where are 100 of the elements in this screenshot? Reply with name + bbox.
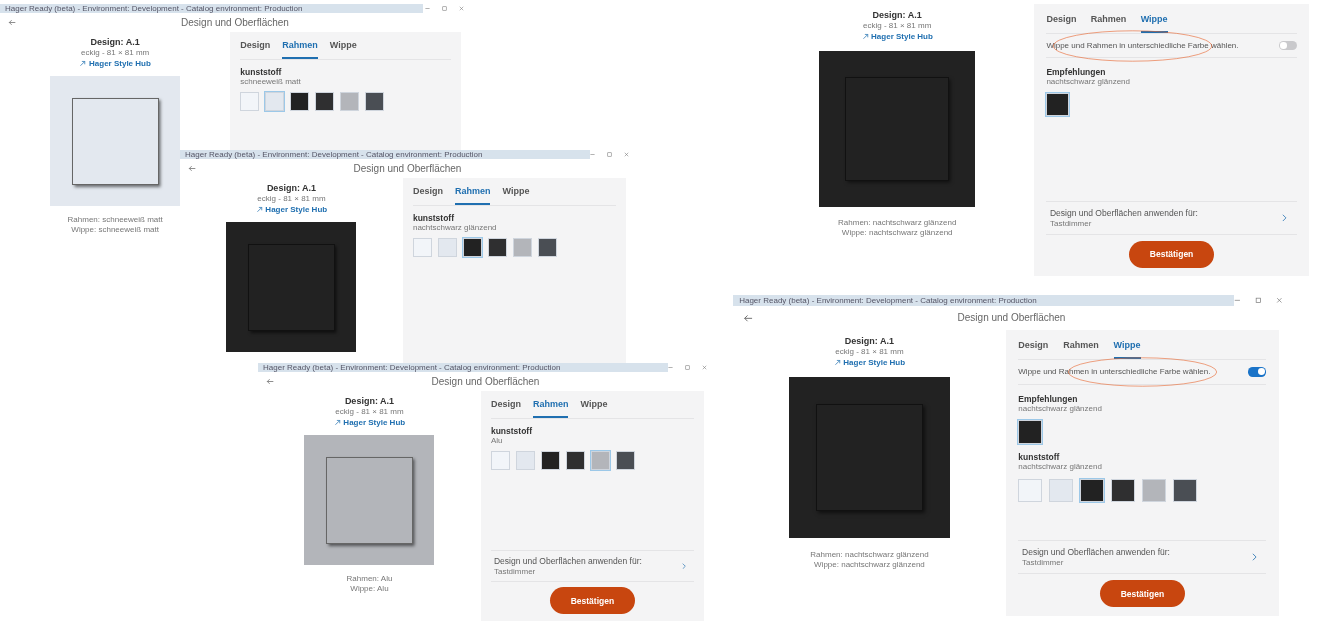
- tab[interactable]: Wippe: [1140, 13, 1168, 33]
- apply-row[interactable]: Design und Oberflächen anwenden für: Tastdimmer: [1018, 539, 1267, 575]
- tab[interactable]: Design: [412, 186, 443, 206]
- color-swatch[interactable]: [490, 451, 510, 471]
- color-swatch[interactable]: [1173, 478, 1197, 503]
- group-subtitle: Alu: [490, 436, 504, 446]
- color-swatch[interactable]: [565, 451, 585, 471]
- arrow-icon: [79, 60, 87, 68]
- tab[interactable]: Design: [490, 399, 521, 419]
- group-title: Empfehlungen: [1046, 66, 1107, 77]
- color-swatch[interactable]: [1049, 478, 1073, 503]
- style-hub-link[interactable]: Hager Style Hub: [833, 358, 906, 368]
- style-hub-link[interactable]: Hager Style Hub: [79, 59, 151, 69]
- chevron-icon: [1251, 552, 1257, 561]
- group-subtitle: schneeweiß matt: [240, 77, 302, 87]
- minimize-icon[interactable]: [589, 151, 596, 158]
- tab[interactable]: Design: [1046, 13, 1077, 33]
- window-title: Hager Ready (beta) - Environment: Development - Catalog environment: Production: [739, 296, 1037, 306]
- chevron-icon: [1282, 213, 1288, 222]
- page-title: Design und Oberflächen: [431, 376, 540, 387]
- color-swatch[interactable]: [515, 451, 535, 471]
- tab[interactable]: Rahmen: [1090, 13, 1127, 33]
- group-subtitle: nachtschwarz glänzend: [1018, 462, 1103, 472]
- color-swatch[interactable]: [437, 238, 457, 258]
- back-arrow-icon[interactable]: [266, 378, 274, 385]
- color-swatch[interactable]: [412, 238, 432, 258]
- back-arrow-icon[interactable]: [188, 165, 196, 172]
- tab[interactable]: Wippe: [1113, 339, 1141, 359]
- maximize-icon[interactable]: [441, 5, 448, 12]
- color-swatch[interactable]: [240, 92, 260, 112]
- maximize-icon[interactable]: [1254, 296, 1263, 305]
- apply-title: Design und Oberflächen anwenden für:: [493, 556, 642, 566]
- product-dimensions: eckig - 81 × 81 mm: [257, 194, 326, 203]
- color-swatch[interactable]: [340, 92, 360, 112]
- group-title: kunststoff: [490, 426, 534, 437]
- color-swatch[interactable]: [462, 238, 482, 258]
- toggle-label: Wippe und Rahmen in unterschiedliche Farbe wählen.: [1046, 40, 1239, 50]
- tab[interactable]: Rahmen: [1063, 339, 1099, 359]
- finish-caption: Rahmen: nachtschwarz glänzend: [838, 217, 957, 227]
- tab[interactable]: Rahmen: [532, 399, 569, 419]
- minimize-icon[interactable]: [424, 5, 431, 12]
- color-swatch[interactable]: [290, 92, 310, 112]
- toggle-switch[interactable]: [1278, 40, 1297, 50]
- tab[interactable]: Design: [240, 40, 271, 60]
- color-swatch[interactable]: [1018, 420, 1042, 444]
- tab[interactable]: Wippe: [502, 186, 530, 206]
- apply-subtitle: Tastdimmer: [493, 567, 537, 576]
- back-arrow-icon[interactable]: [8, 19, 16, 26]
- style-hub-link[interactable]: Hager Style Hub: [333, 418, 406, 428]
- tab[interactable]: Rahmen: [282, 40, 318, 60]
- window-title: Hager Ready (beta) - Environment: Development - Catalog environment: Production: [185, 150, 483, 159]
- color-swatch[interactable]: [487, 238, 507, 258]
- apply-row[interactable]: Design und Oberflächen anwenden für: Tastdimmer: [1046, 200, 1297, 235]
- apply-title: Design und Oberflächen anwenden für:: [1050, 207, 1198, 218]
- confirm-button[interactable]: Bestätigen: [1129, 240, 1214, 268]
- toggle-switch[interactable]: [1247, 367, 1267, 377]
- color-swatch[interactable]: [1111, 478, 1135, 503]
- product-name: Design: A.1: [266, 183, 317, 193]
- arrow-icon: [333, 419, 341, 427]
- tab[interactable]: Design: [1018, 339, 1049, 359]
- color-swatch[interactable]: [590, 451, 610, 471]
- tab[interactable]: Wippe: [580, 399, 608, 419]
- tab[interactable]: Rahmen: [454, 186, 491, 206]
- color-swatch[interactable]: [512, 238, 532, 258]
- product-dimensions: eckig - 81 × 81 mm: [863, 21, 932, 30]
- color-swatch[interactable]: [537, 238, 557, 258]
- color-swatch[interactable]: [1046, 92, 1070, 116]
- color-swatch[interactable]: [540, 451, 560, 471]
- close-icon[interactable]: [1275, 296, 1284, 305]
- color-swatch[interactable]: [265, 92, 285, 112]
- finish-caption: Rahmen: nachtschwarz glänzend: [810, 549, 929, 559]
- color-swatch[interactable]: [1080, 478, 1104, 503]
- apply-row[interactable]: Design und Oberflächen anwenden für: Tastdimmer: [490, 550, 694, 582]
- confirm-button[interactable]: Bestätigen: [1100, 580, 1185, 608]
- confirm-button[interactable]: Bestätigen: [550, 587, 635, 614]
- color-swatch[interactable]: [1018, 478, 1042, 503]
- color-swatch[interactable]: [315, 92, 335, 112]
- product-dimensions: eckig - 81 × 81 mm: [81, 48, 150, 57]
- style-hub-link[interactable]: Hager Style Hub: [861, 32, 933, 42]
- back-arrow-icon[interactable]: [742, 313, 753, 323]
- window-title: Hager Ready (beta) - Environment: Development - Catalog environment: Production: [5, 4, 303, 13]
- maximize-icon[interactable]: [606, 151, 613, 158]
- product-name: Design: A.1: [872, 10, 922, 20]
- finish-caption: Rahmen: Alu: [346, 574, 393, 584]
- arrow-icon: [833, 359, 841, 367]
- color-swatch[interactable]: [1142, 478, 1166, 503]
- tab[interactable]: Wippe: [329, 40, 357, 60]
- close-icon[interactable]: [701, 364, 708, 371]
- finish-caption: Rahmen: schneeweiß matt: [67, 215, 163, 225]
- color-swatch[interactable]: [365, 92, 385, 112]
- close-icon[interactable]: [623, 151, 630, 158]
- page-title: Design und Oberflächen: [957, 312, 1066, 324]
- finish-caption: Wippe: nachtschwarz glänzend: [841, 227, 953, 237]
- minimize-icon[interactable]: [667, 364, 674, 371]
- style-hub-link[interactable]: Hager Style Hub: [255, 205, 328, 215]
- product-name: Design: A.1: [344, 396, 395, 406]
- color-swatch[interactable]: [615, 451, 635, 471]
- close-icon[interactable]: [458, 5, 465, 12]
- toggle-label: Wippe und Rahmen in unterschiedliche Farbe wählen.: [1018, 367, 1211, 377]
- maximize-icon[interactable]: [684, 364, 691, 371]
